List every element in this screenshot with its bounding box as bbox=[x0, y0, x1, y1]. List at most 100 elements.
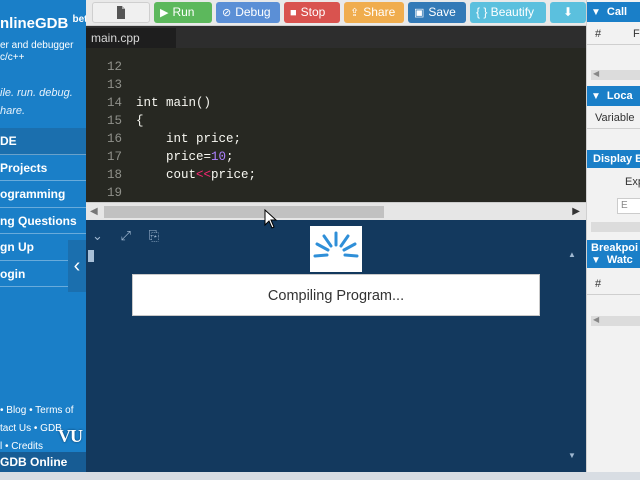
call-stack-title: Call bbox=[606, 6, 628, 18]
code-line: 18 bbox=[86, 148, 586, 182]
scroll-down-arrow-icon[interactable]: ▼ bbox=[568, 451, 576, 460]
spinner-graphic bbox=[313, 231, 359, 258]
watchpoints-title: ▼ Watc bbox=[591, 254, 640, 267]
brand-logo[interactable]: nlineGDB beta bbox=[0, 14, 86, 32]
slogan-line-1: ile. run. debug. bbox=[0, 87, 73, 99]
expression-input[interactable]: E bbox=[617, 198, 640, 214]
console-scroll-handle[interactable] bbox=[88, 250, 94, 262]
scroll-up-arrow-icon[interactable]: ▲ bbox=[568, 250, 576, 259]
play-icon: ▶ bbox=[160, 7, 169, 19]
mouse-cursor-icon bbox=[264, 209, 278, 229]
call-stack-scrollbar[interactable]: ◀ bbox=[591, 69, 640, 80]
code-line: 12 bbox=[86, 48, 586, 74]
call-stack-col-function: F bbox=[633, 28, 640, 40]
share-icon: ⇪ bbox=[350, 7, 360, 19]
chevron-left-icon: ‹ bbox=[73, 255, 81, 277]
save-icon: ▣ bbox=[414, 7, 425, 19]
code-line: 16 price=10; bbox=[86, 112, 586, 164]
share-label: Share bbox=[363, 5, 396, 19]
scroll-left-arrow-icon[interactable]: ◀ bbox=[593, 315, 599, 324]
debug-panel: ▼ Call # F ◀ ▼ Loca Variable Display E Exp… bbox=[586, 0, 640, 472]
app-window: nlineGDB beta er and debugger c/c++ ile.… bbox=[0, 0, 640, 480]
console-toolbar: ⌄ ⤢ ⎘ bbox=[92, 228, 173, 244]
stop-label: Stop bbox=[300, 5, 326, 19]
code-line: 19 return 0; bbox=[86, 166, 586, 200]
locals-header[interactable]: ▼ Loca bbox=[587, 86, 640, 106]
copy-icon[interactable]: ⎘ bbox=[149, 228, 159, 243]
debug-label: Debug bbox=[235, 5, 271, 19]
breakpoints-col-hash: # bbox=[595, 278, 602, 290]
tagline-line-1: er and debugger bbox=[0, 40, 74, 51]
divider bbox=[587, 44, 640, 45]
brand-name: nlineGDB bbox=[0, 15, 69, 32]
divider bbox=[587, 128, 640, 129]
breakpoints-header[interactable]: Breakpoi ▼ Watc bbox=[587, 240, 640, 268]
toolbar: ▶ Run ⊘ Debug ■ Stop ⇪ Share ▣ Save { } Beaut… bbox=[86, 0, 586, 26]
display-expressions-header[interactable]: Display E bbox=[587, 150, 640, 168]
file-icon bbox=[117, 6, 125, 19]
new-file-button[interactable] bbox=[92, 2, 150, 23]
expression-col-label: Exp bbox=[625, 176, 640, 188]
tagline-line-2: c/c++ bbox=[0, 52, 25, 63]
loading-spinner-icon bbox=[310, 226, 362, 272]
sidebar-collapse-button[interactable]: ‹ bbox=[68, 240, 86, 292]
stop-button[interactable]: ■ Stop bbox=[284, 2, 340, 23]
brand-beta-badge: beta bbox=[72, 14, 86, 25]
vu-watermark: VU bbox=[58, 426, 83, 446]
scroll-right-arrow-icon[interactable]: ▶ bbox=[572, 206, 580, 217]
chevron-down-icon[interactable]: ⌄ bbox=[92, 228, 103, 243]
sidebar-item-questions[interactable]: ng Questions bbox=[0, 208, 86, 234]
code-line: 14 { bbox=[86, 76, 586, 128]
compiling-status-box: Compiling Program... bbox=[132, 274, 540, 316]
watch-label: Watc bbox=[606, 254, 633, 266]
breakpoints-scrollbar[interactable]: ◀ bbox=[591, 315, 640, 326]
editor-horizontal-scrollbar[interactable]: ◀ ▶ bbox=[86, 202, 586, 220]
share-button[interactable]: ⇪ Share bbox=[344, 2, 404, 23]
footer-links-1[interactable]: • Blog • Terms of bbox=[0, 402, 74, 420]
download-icon: ⬇ bbox=[562, 5, 574, 19]
slogan-line-2: hare. bbox=[0, 105, 26, 117]
save-button[interactable]: ▣ Save bbox=[408, 2, 466, 23]
display-expressions-title: Display E bbox=[593, 153, 640, 165]
sidebar-bottom-title: GDB Online bbox=[0, 452, 86, 472]
locals-title: Loca bbox=[606, 90, 633, 102]
console-vertical-scrollbar[interactable]: ▲ ▼ bbox=[568, 250, 580, 460]
code-line: 13 int main() bbox=[86, 58, 586, 110]
file-tab-bar: main.cpp bbox=[86, 26, 586, 48]
sidebar: nlineGDB beta er and debugger c/c++ ile.… bbox=[0, 0, 86, 472]
chevron-down-icon: ▼ bbox=[591, 255, 601, 266]
tab-main-cpp[interactable]: main.cpp bbox=[86, 28, 176, 48]
call-stack-col-hash: # bbox=[595, 28, 602, 40]
save-label: Save bbox=[428, 5, 456, 19]
beautify-label: { } Beautify bbox=[476, 5, 535, 19]
beautify-button[interactable]: { } Beautify bbox=[470, 2, 546, 23]
output-console[interactable]: ⌄ ⤢ ⎘ Compiling Program... ▲ ▼ bbox=[86, 220, 586, 472]
scroll-left-arrow-icon[interactable]: ◀ bbox=[593, 69, 599, 78]
expand-icon[interactable]: ⤢ bbox=[121, 228, 131, 243]
sidebar-item-programming[interactable]: ogramming bbox=[0, 181, 86, 208]
chevron-down-icon: ▼ bbox=[591, 7, 601, 18]
tagline: er and debugger c/c++ bbox=[0, 40, 73, 64]
display-scrollbar[interactable] bbox=[591, 222, 640, 232]
code-line: 17 cout<<price; bbox=[86, 130, 586, 182]
run-label: Run bbox=[172, 5, 195, 19]
divider bbox=[587, 294, 640, 295]
stop-icon: ■ bbox=[290, 7, 297, 19]
scroll-left-arrow-icon[interactable]: ◀ bbox=[90, 206, 98, 217]
call-stack-header[interactable]: ▼ Call bbox=[587, 2, 640, 22]
debug-icon: ⊘ bbox=[222, 7, 232, 19]
download-button[interactable]: ⬇ bbox=[550, 2, 586, 23]
slogan: ile. run. debug. hare. bbox=[0, 84, 73, 120]
sidebar-item-ide[interactable]: DE bbox=[0, 128, 86, 155]
code-line: 15 int price; bbox=[86, 94, 586, 146]
debug-button[interactable]: ⊘ Debug bbox=[216, 2, 280, 23]
chevron-down-icon: ▼ bbox=[591, 91, 601, 102]
breakpoints-title: Breakpoi bbox=[591, 242, 639, 254]
code-editor[interactable]: 12 13 int main() 14 { 15 int price; 16 p… bbox=[86, 48, 586, 202]
run-button[interactable]: ▶ Run bbox=[154, 2, 212, 23]
locals-col-variable: Variable bbox=[595, 112, 635, 124]
sidebar-item-projects[interactable]: Projects bbox=[0, 155, 86, 181]
scrollbar-thumb[interactable] bbox=[104, 206, 384, 218]
code-line: 20 } bbox=[86, 184, 586, 202]
os-taskbar bbox=[0, 472, 640, 480]
